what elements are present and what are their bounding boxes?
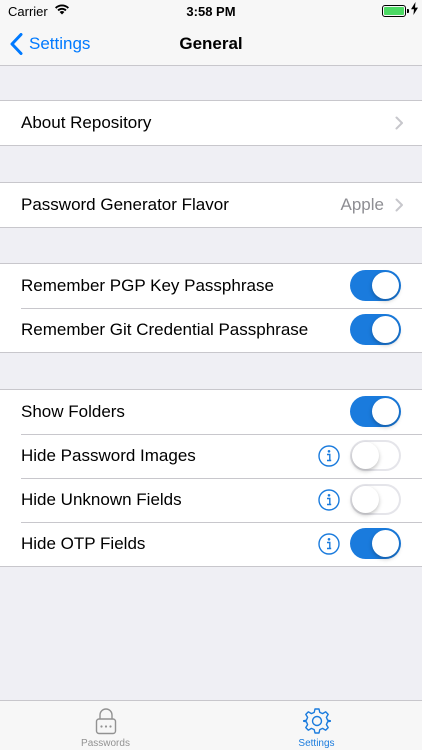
lock-icon xyxy=(0,707,211,735)
clock: 3:58 PM xyxy=(186,4,236,19)
remember-pgp-passphrase-row: Remember PGP Key Passphrase xyxy=(0,264,422,308)
row-detail-value: Apple xyxy=(340,195,384,214)
tab-settings[interactable]: Settings xyxy=(211,701,422,750)
display-options-section: Show Folders Hide Password Images Hide U… xyxy=(0,389,422,567)
hide-password-images-toggle[interactable] xyxy=(350,440,401,471)
charging-bolt-icon xyxy=(411,2,418,18)
info-icon[interactable] xyxy=(318,533,340,555)
hide-password-images-row: Hide Password Images xyxy=(0,434,422,478)
row-label: Password Generator Flavor xyxy=(21,195,229,214)
toggle-knob xyxy=(372,272,399,299)
toggle-knob xyxy=(352,442,379,469)
battery-icon xyxy=(382,5,406,17)
hide-unknown-fields-row: Hide Unknown Fields xyxy=(0,478,422,522)
show-folders-row: Show Folders xyxy=(0,390,422,434)
page-title: General xyxy=(179,34,243,53)
info-icon[interactable] xyxy=(318,489,340,511)
toggle-knob xyxy=(372,530,399,557)
show-folders-toggle[interactable] xyxy=(350,396,401,427)
tab-label: Passwords xyxy=(81,738,130,749)
tab-passwords[interactable]: Passwords xyxy=(0,701,211,750)
tab-label: Settings xyxy=(298,738,335,749)
chevron-right-icon xyxy=(395,198,403,212)
hide-unknown-fields-toggle[interactable] xyxy=(350,484,401,515)
hide-otp-fields-row: Hide OTP Fields xyxy=(0,522,422,566)
repository-section: About Repository xyxy=(0,100,422,146)
password-generator-flavor-row[interactable]: Password Generator Flavor Apple xyxy=(0,183,422,227)
gear-icon xyxy=(211,707,422,735)
status-bar: Carrier 3:58 PM xyxy=(0,0,422,22)
remember-git-passphrase-row: Remember Git Credential Passphrase xyxy=(0,308,422,352)
tab-bar: Passwords Settings xyxy=(0,700,422,750)
password-generator-section: Password Generator Flavor Apple xyxy=(0,182,422,228)
toggle-knob xyxy=(372,316,399,343)
passphrase-section: Remember PGP Key Passphrase Remember Git… xyxy=(0,263,422,353)
chevron-right-icon xyxy=(395,116,403,130)
hide-otp-fields-toggle[interactable] xyxy=(350,528,401,559)
info-icon[interactable] xyxy=(318,445,340,467)
remember-git-passphrase-toggle[interactable] xyxy=(350,314,401,345)
remember-pgp-passphrase-toggle[interactable] xyxy=(350,270,401,301)
toggle-knob xyxy=(352,486,379,513)
navigation-bar: Settings General xyxy=(0,22,422,66)
row-label: About Repository xyxy=(21,113,152,132)
about-repository-row[interactable]: About Repository xyxy=(0,101,422,145)
toggle-knob xyxy=(372,398,399,425)
battery-tip xyxy=(407,9,409,13)
